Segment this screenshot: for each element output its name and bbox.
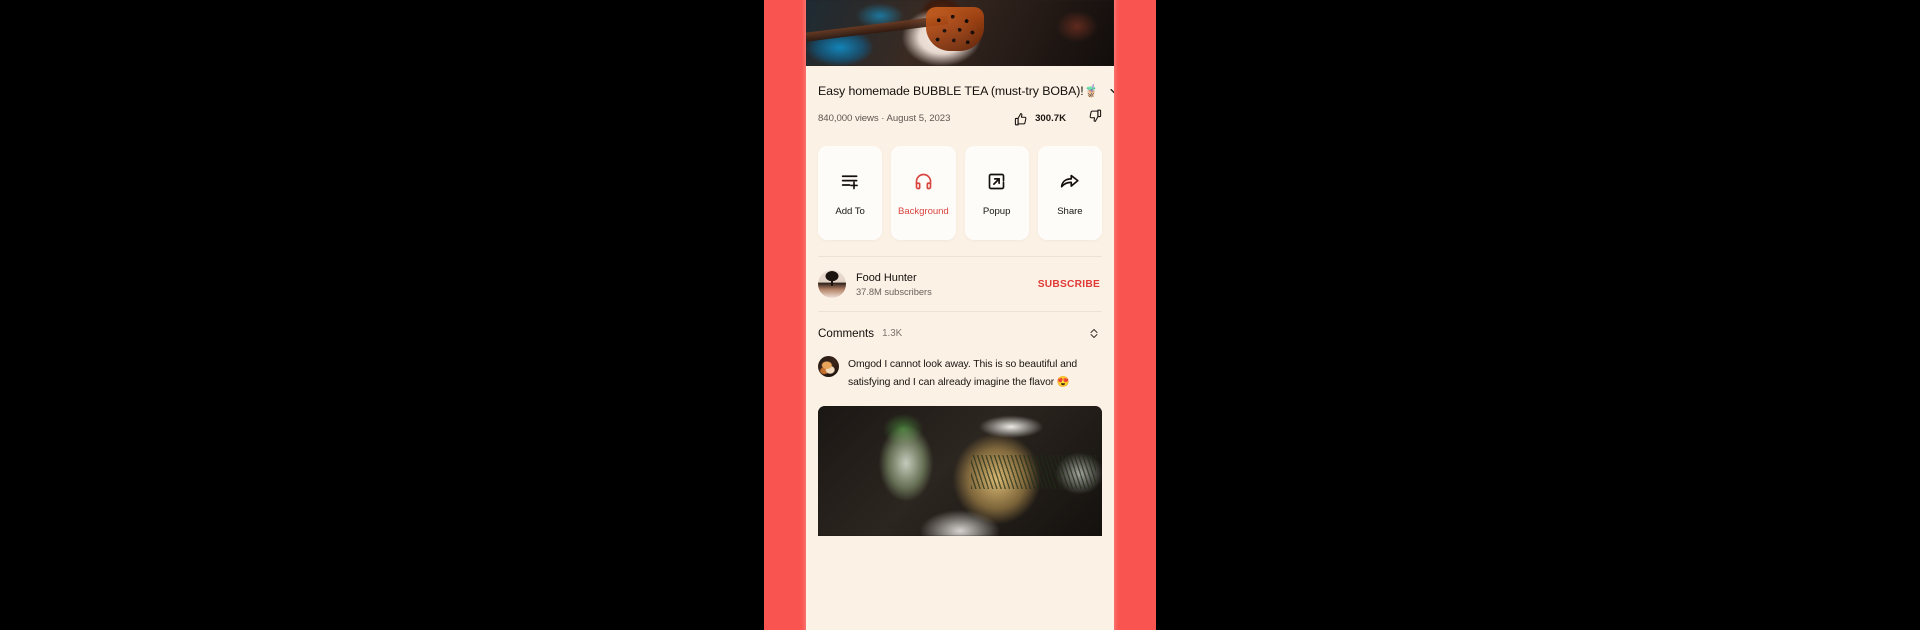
video-details-panel: Easy homemade BUBBLE TEA (must-try BOBA)… [806,66,1114,630]
expand-description-button[interactable] [1106,82,1114,100]
background-label: Background [898,206,949,217]
playlist-add-icon [838,169,862,193]
boba-emoji: 🧋 [1083,84,1099,98]
tea-leaves-graphic [971,455,1097,490]
video-title-row[interactable]: Easy homemade BUBBLE TEA (must-try BOBA)… [818,66,1114,100]
dislike-button[interactable] [1088,109,1102,128]
comments-title: Comments [818,326,875,340]
phone-frame: Easy homemade BUBBLE TEA (must-try BOBA)… [764,0,1156,630]
top-comment[interactable]: Omgod I cannot look away. This is so bea… [818,342,1102,392]
add-to-button[interactable]: Add To [818,146,883,240]
expand-collapse-icon [1090,328,1098,338]
suggested-video-thumbnail[interactable] [818,406,1102,536]
thumbs-down-icon [1089,109,1102,122]
chevron-down-icon [1110,88,1114,93]
video-player[interactable] [806,0,1114,66]
share-label: Share [1057,206,1083,217]
like-count: 300.7K [1035,113,1066,124]
comment-text: Omgod I cannot look away. This is so bea… [848,359,1078,388]
thumbs-up-icon [1014,112,1027,125]
video-title: Easy homemade BUBBLE TEA (must-try BOBA)… [818,83,1099,99]
action-buttons-row: Add To Background Popup Share [818,128,1102,240]
popup-label: Popup [982,206,1011,217]
add-to-label: Add To [835,206,865,217]
share-arrow-icon [1058,169,1082,193]
views-and-date: 840,000 views · August 5, 2023 [818,113,951,124]
background-button[interactable]: Background [891,146,956,240]
comment-avatar-wrap [818,356,839,377]
comments-expand-button[interactable] [1086,324,1102,342]
channel-name: Food Hunter [856,271,917,284]
comment-avatar[interactable] [818,356,839,377]
picture-in-picture-icon [985,169,1009,193]
headphones-icon [911,169,935,193]
channel-meta: Food Hunter 37.8M subscribers [856,272,1028,297]
screenshot-stage: Easy homemade BUBBLE TEA (must-try BOBA)… [0,0,1920,630]
popup-button[interactable]: Popup [964,146,1029,240]
channel-subscribers: 37.8M subscribers [856,285,932,297]
channel-row[interactable]: Food Hunter 37.8M subscribers SUBSCRIBE [818,257,1102,311]
subscribe-button[interactable]: SUBSCRIBE [1038,279,1102,290]
phone-screen: Easy homemade BUBBLE TEA (must-try BOBA)… [806,0,1114,630]
comments-count: 1.3K [882,327,903,339]
video-title-text: Easy homemade BUBBLE TEA (must-try BOBA)… [818,84,1084,98]
share-button[interactable]: Share [1037,146,1102,240]
like-button[interactable]: 300.7K [1014,112,1066,126]
video-meta-row: 840,000 views · August 5, 2023 300.7K [818,100,1102,128]
boba-cup-graphic [926,6,985,51]
comments-header[interactable]: Comments 1.3K [818,312,1102,342]
channel-avatar[interactable] [818,270,846,298]
